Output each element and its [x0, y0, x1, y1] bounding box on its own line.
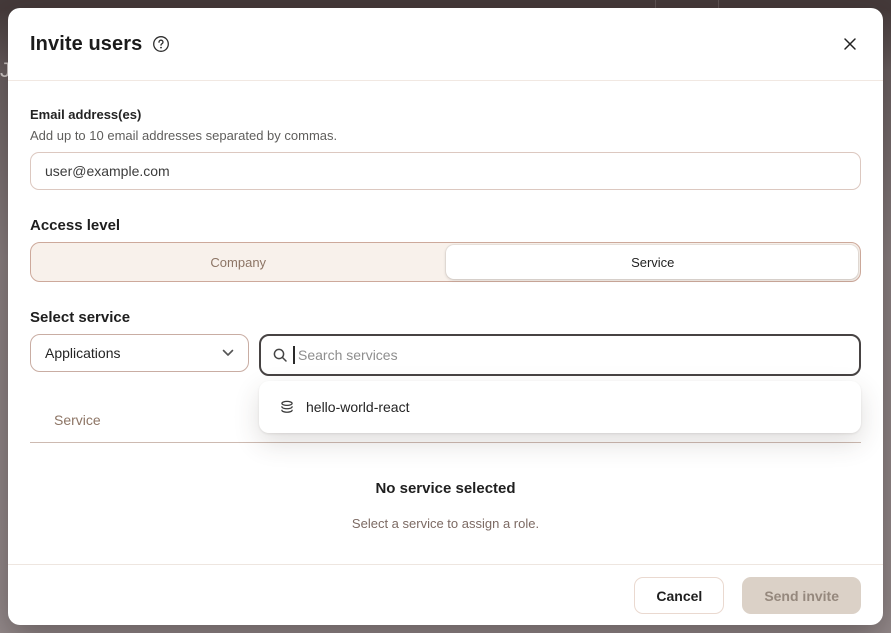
segment-service[interactable]: Service [446, 243, 861, 281]
empty-state-title: No service selected [30, 480, 861, 497]
close-icon [843, 37, 857, 51]
search-results-dropdown: hello-world-react [259, 381, 861, 433]
service-search-combobox: hello-world-react [259, 334, 861, 376]
stack-icon [279, 399, 295, 415]
invite-users-dialog: Invite users Email add [8, 8, 883, 625]
access-level-segmented-control: Company Service [30, 242, 861, 282]
dialog-footer: Cancel Send invite [8, 564, 883, 625]
email-label: Email address(es) [30, 107, 861, 122]
help-button[interactable] [152, 35, 170, 53]
cancel-button[interactable]: Cancel [634, 577, 724, 614]
search-result-item[interactable]: hello-world-react [259, 385, 861, 429]
service-category-select[interactable]: Applications [30, 334, 249, 372]
search-result-name: hello-world-react [306, 399, 409, 415]
segment-company[interactable]: Company [31, 243, 446, 281]
close-button[interactable] [839, 33, 861, 55]
send-invite-button[interactable]: Send invite [742, 577, 861, 614]
help-icon [152, 35, 170, 53]
table-divider [30, 442, 861, 443]
email-helper-text: Add up to 10 email addresses separated b… [30, 128, 861, 143]
dialog-body: Email address(es) Add up to 10 email add… [8, 81, 883, 564]
chevron-down-icon [222, 349, 234, 357]
text-caret [293, 346, 295, 364]
service-search-input[interactable] [259, 334, 861, 376]
empty-state-subtitle: Select a service to assign a role. [30, 516, 861, 531]
screen: J Invite users [0, 0, 891, 633]
dialog-title: Invite users [30, 33, 142, 56]
select-service-label: Select service [30, 309, 861, 326]
service-category-value: Applications [45, 345, 121, 361]
dialog-header: Invite users [8, 8, 883, 81]
access-level-label: Access level [30, 217, 861, 234]
background-page-text-fragment: J [0, 58, 8, 88]
email-input[interactable] [30, 152, 861, 190]
select-service-row: Applications [30, 334, 861, 376]
